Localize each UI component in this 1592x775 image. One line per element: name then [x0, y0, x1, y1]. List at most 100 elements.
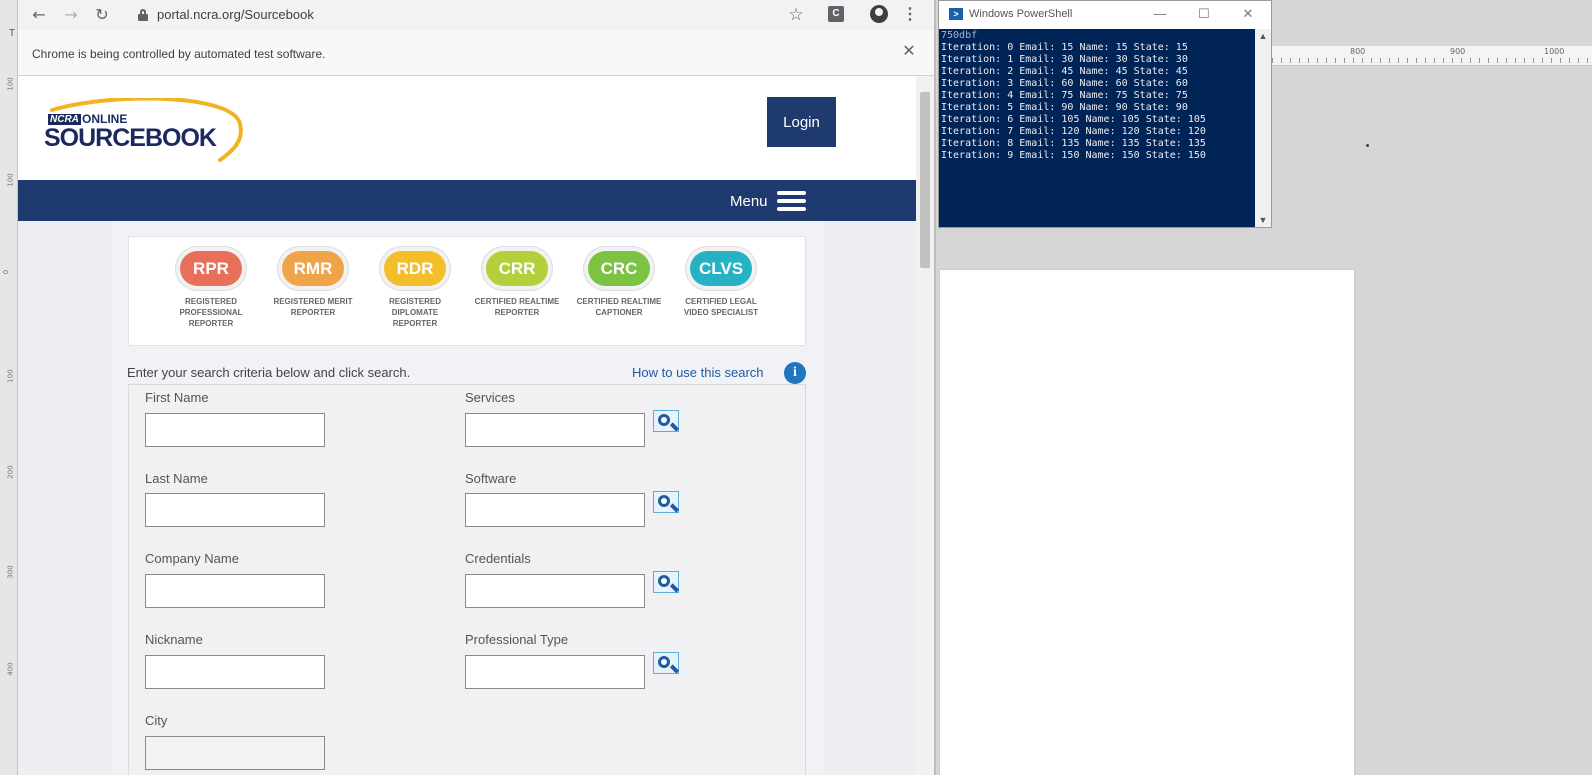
- city-input[interactable]: [145, 736, 325, 770]
- credentials-input[interactable]: [465, 574, 645, 608]
- close-icon[interactable]: ✕: [1233, 5, 1263, 23]
- ruler-label: 900: [1450, 47, 1466, 56]
- nickname-label: Nickname: [145, 632, 203, 647]
- logo-sourcebook-text: SOURCEBOOK: [44, 124, 217, 152]
- professional-type-lookup-icon[interactable]: [653, 652, 681, 678]
- sourcebook-logo[interactable]: NCRA ONLINE SOURCEBOOK: [44, 98, 244, 164]
- credential-rdr[interactable]: RDR REGISTERED DIPLOMATE REPORTER: [370, 251, 460, 329]
- scroll-down-icon[interactable]: ▼: [1255, 213, 1271, 227]
- menu-label[interactable]: Menu: [730, 193, 768, 210]
- software-input[interactable]: [465, 493, 645, 527]
- kebab-menu-icon[interactable]: ⋮: [902, 4, 918, 26]
- console-line: Iteration: 5 Email: 90 Name: 90 State: 9…: [941, 102, 1188, 113]
- document-page[interactable]: [940, 270, 1354, 775]
- credential-rmr[interactable]: RMR REGISTERED MERIT REPORTER: [268, 251, 358, 318]
- powershell-title: Windows PowerShell: [969, 8, 1073, 20]
- console-line: Iteration: 1 Email: 30 Name: 30 State: 3…: [941, 54, 1188, 65]
- scroll-up-icon[interactable]: ▲: [1255, 29, 1271, 43]
- credential-crc[interactable]: CRC CERTIFIED REALTIME CAPTIONER: [574, 251, 664, 318]
- page-viewport: NCRA ONLINE SOURCEBOOK Login Menu RPR RE…: [18, 76, 934, 775]
- ruler-label: 100: [6, 369, 15, 383]
- infobar-text: Chrome is being controlled by automated …: [32, 47, 326, 61]
- search-intro-text: Enter your search criteria below and cli…: [127, 365, 411, 380]
- credential-badge: RMR: [282, 251, 344, 286]
- powershell-window: > Windows PowerShell — ☐ ✕ 750dbf Iterat…: [938, 0, 1272, 228]
- credential-description: REGISTERED DIPLOMATE REPORTER: [388, 297, 441, 328]
- ruler-label: 100: [6, 77, 15, 91]
- reload-icon[interactable]: ↻: [91, 4, 113, 26]
- powershell-titlebar[interactable]: > Windows PowerShell — ☐ ✕: [939, 1, 1271, 29]
- address-bar[interactable]: portal.ncra.org/Sourcebook: [130, 3, 830, 27]
- services-label: Services: [465, 390, 515, 405]
- professional-type-label: Professional Type: [465, 632, 569, 647]
- ruler-label: 200: [6, 465, 15, 479]
- software-label: Software: [465, 471, 517, 486]
- powershell-console[interactable]: 750dbf Iteration: 0 Email: 15 Name: 15 S…: [939, 29, 1255, 227]
- credential-badge: CRC: [588, 251, 650, 286]
- services-input[interactable]: [465, 413, 645, 447]
- nickname-input[interactable]: [145, 655, 325, 689]
- city-label: City: [145, 713, 168, 728]
- browser-window: ← → ↻ portal.ncra.org/Sourcebook ☆ C ⋮ C…: [18, 0, 936, 775]
- credential-description: CERTIFIED LEGAL VIDEO SPECIALIST: [683, 297, 759, 317]
- console-line: Iteration: 8 Email: 135 Name: 135 State:…: [941, 138, 1206, 149]
- credentials-lookup-icon[interactable]: [653, 571, 681, 597]
- services-lookup-icon[interactable]: [653, 410, 681, 436]
- automation-infobar: Chrome is being controlled by automated …: [18, 30, 934, 76]
- console-line: Iteration: 0 Email: 15 Name: 15 State: 1…: [941, 42, 1188, 53]
- credential-crr[interactable]: CRR CERTIFIED REALTIME REPORTER: [472, 251, 562, 318]
- maximize-icon[interactable]: ☐: [1189, 5, 1219, 23]
- ruler-label: 0: [2, 269, 11, 275]
- ruler-label: 400: [6, 662, 15, 676]
- scrollbar-thumb[interactable]: [920, 92, 930, 268]
- console-line: Iteration: 9 Email: 150 Name: 150 State:…: [941, 150, 1206, 161]
- console-line: Iteration: 2 Email: 45 Name: 45 State: 4…: [941, 66, 1188, 77]
- nav-menu-bar: Menu: [18, 180, 916, 221]
- ruler-label: 1000: [1544, 47, 1565, 56]
- profile-icon[interactable]: [870, 5, 888, 23]
- extension-icon[interactable]: C: [828, 6, 844, 22]
- console-line: Iteration: 6 Email: 105 Name: 105 State:…: [941, 114, 1206, 125]
- software-lookup-icon[interactable]: [653, 491, 681, 517]
- site-header: NCRA ONLINE SOURCEBOOK Login: [18, 76, 916, 180]
- credential-description: REGISTERED PROFESSIONAL REPORTER: [179, 297, 243, 328]
- page-scrollbar[interactable]: [916, 76, 934, 775]
- credential-description: CERTIFIED REALTIME REPORTER: [474, 297, 560, 317]
- star-icon[interactable]: ☆: [785, 4, 807, 26]
- first-name-input[interactable]: [145, 413, 325, 447]
- corner-letter: T: [9, 28, 16, 39]
- credential-badge: CRR: [486, 251, 548, 286]
- credential-description: CERTIFIED REALTIME CAPTIONER: [576, 297, 662, 317]
- console-line: Iteration: 4 Email: 75 Name: 75 State: 7…: [941, 90, 1188, 101]
- professional-type-input[interactable]: [465, 655, 645, 689]
- forward-arrow-icon[interactable]: →: [60, 4, 82, 26]
- console-line: 750dbf: [941, 30, 978, 41]
- search-form: First Name Last Name Company Name Nickna…: [128, 384, 806, 775]
- hamburger-menu-icon[interactable]: [777, 191, 806, 211]
- vertical-ruler: T 100 100 0 100 200 300 400: [0, 0, 18, 775]
- last-name-input[interactable]: [145, 493, 325, 527]
- credential-clvs[interactable]: CLVS CERTIFIED LEGAL VIDEO SPECIALIST: [676, 251, 766, 318]
- credential-description: REGISTERED MERIT REPORTER: [273, 297, 353, 317]
- ruler-label: 800: [1350, 47, 1366, 56]
- credentials-panel: RPR REGISTERED PROFESSIONAL REPORTER RMR…: [128, 236, 806, 346]
- company-name-input[interactable]: [145, 574, 325, 608]
- close-icon[interactable]: ✕: [900, 43, 918, 61]
- lock-icon: [138, 9, 148, 21]
- login-button[interactable]: Login: [767, 97, 836, 147]
- url-text[interactable]: portal.ncra.org/Sourcebook: [157, 7, 314, 22]
- console-line: Iteration: 7 Email: 120 Name: 120 State:…: [941, 126, 1206, 137]
- document-cursor-dot: [1366, 144, 1369, 147]
- ruler-label: 300: [6, 565, 15, 579]
- minimize-icon[interactable]: —: [1145, 5, 1175, 23]
- info-icon[interactable]: i: [784, 362, 806, 384]
- console-output: 750dbf Iteration: 0 Email: 15 Name: 15 S…: [939, 29, 1255, 162]
- how-to-search-link[interactable]: How to use this search: [632, 365, 764, 380]
- credentials-label: Credentials: [465, 551, 531, 566]
- company-name-label: Company Name: [145, 551, 239, 566]
- horizontal-ruler: 800 900 1000: [1272, 46, 1592, 66]
- last-name-label: Last Name: [145, 471, 208, 486]
- console-scrollbar[interactable]: ▲ ▼: [1255, 29, 1271, 227]
- credential-rpr[interactable]: RPR REGISTERED PROFESSIONAL REPORTER: [166, 251, 256, 329]
- back-arrow-icon[interactable]: ←: [28, 4, 50, 26]
